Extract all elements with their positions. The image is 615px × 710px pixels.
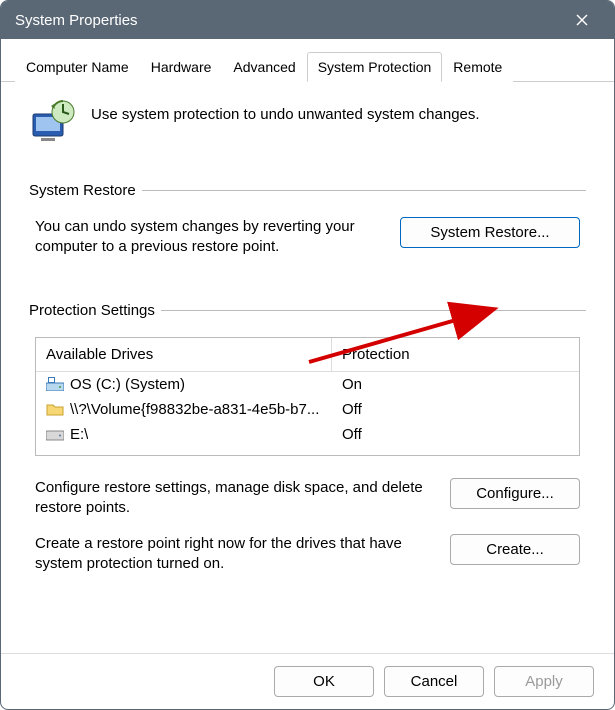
system-restore-group: System Restore You can undo system chang… xyxy=(29,182,586,262)
cancel-button[interactable]: Cancel xyxy=(384,666,484,697)
system-restore-button[interactable]: System Restore... xyxy=(400,217,580,248)
tab-remote[interactable]: Remote xyxy=(442,52,513,82)
col-available-drives[interactable]: Available Drives xyxy=(36,338,332,371)
drive-name: E:\ xyxy=(70,426,88,443)
apply-button[interactable]: Apply xyxy=(494,666,594,697)
table-row[interactable]: OS (C:) (System) On xyxy=(36,372,579,397)
folder-icon xyxy=(46,402,64,416)
drive-status: Off xyxy=(342,401,569,418)
os-drive-icon xyxy=(46,377,64,391)
table-row[interactable]: \\?\Volume{f98832be-a831-4e5b-b7... Off xyxy=(36,397,579,422)
system-restore-desc: You can undo system changes by reverting… xyxy=(35,217,382,258)
drive-status: Off xyxy=(342,426,569,443)
intro-row: Use system protection to undo unwanted s… xyxy=(29,100,586,148)
intro-text: Use system protection to undo unwanted s… xyxy=(91,100,480,123)
drive-icon xyxy=(46,427,64,441)
tab-hardware[interactable]: Hardware xyxy=(140,52,223,82)
titlebar: System Properties xyxy=(1,1,614,39)
drive-name: OS (C:) (System) xyxy=(70,376,185,393)
window-title: System Properties xyxy=(15,12,560,29)
dialog-footer: OK Cancel Apply xyxy=(1,653,614,709)
create-button[interactable]: Create... xyxy=(450,534,580,565)
ok-button[interactable]: OK xyxy=(274,666,374,697)
close-button[interactable] xyxy=(560,5,604,35)
configure-row: Configure restore settings, manage disk … xyxy=(29,478,586,535)
configure-desc: Configure restore settings, manage disk … xyxy=(35,478,436,519)
drive-name: \\?\Volume{f98832be-a831-4e5b-b7... xyxy=(70,401,319,418)
protection-settings-group: Protection Settings Available Drives Pro… xyxy=(29,302,586,591)
drives-table: Available Drives Protection OS (C:) (Sys… xyxy=(35,337,580,456)
col-protection[interactable]: Protection xyxy=(332,338,579,371)
system-restore-legend: System Restore xyxy=(29,182,142,199)
create-row: Create a restore point right now for the… xyxy=(29,534,586,591)
drive-status: On xyxy=(342,376,569,393)
configure-button[interactable]: Configure... xyxy=(450,478,580,509)
tab-advanced[interactable]: Advanced xyxy=(222,52,306,82)
system-properties-window: System Properties Computer Name Hardware… xyxy=(0,0,615,710)
tab-content: Use system protection to undo unwanted s… xyxy=(1,82,614,653)
protection-settings-legend: Protection Settings xyxy=(29,302,161,319)
tab-system-protection[interactable]: System Protection xyxy=(307,52,443,82)
tab-strip: Computer Name Hardware Advanced System P… xyxy=(1,39,614,82)
tab-computer-name[interactable]: Computer Name xyxy=(15,52,140,82)
system-protection-icon xyxy=(29,100,77,148)
drives-table-header: Available Drives Protection xyxy=(36,338,579,372)
table-row[interactable]: E:\ Off xyxy=(36,422,579,455)
close-icon xyxy=(576,14,588,26)
create-desc: Create a restore point right now for the… xyxy=(35,534,436,575)
